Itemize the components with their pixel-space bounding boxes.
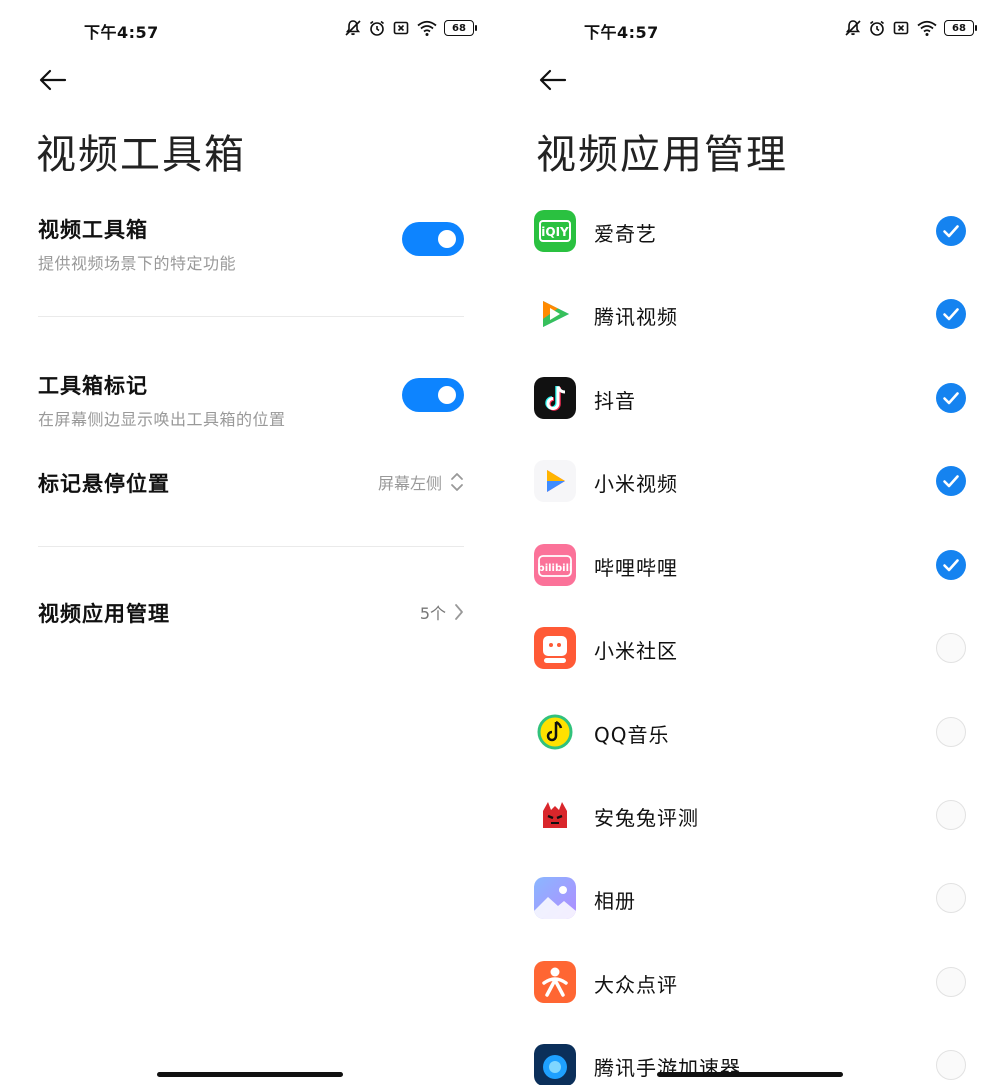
app-name: 爱奇艺 <box>594 222 657 246</box>
gallery-icon <box>534 877 576 919</box>
bilibili-icon: bilibili <box>534 544 576 586</box>
mute-bell-icon <box>844 19 862 37</box>
video-toolbox-screen: 下午4:57 68 视频工具箱 视频工具箱 提供视频场景下的特定功能 工具箱标记… <box>0 0 500 1085</box>
tencent-video-icon <box>534 293 576 335</box>
app-name: 小米社区 <box>594 639 678 663</box>
page-title: 视频工具箱 <box>36 132 246 178</box>
no-sim-icon <box>892 19 910 37</box>
app-row[interactable]: 安兔兔评测 <box>534 790 966 850</box>
app-name: 相册 <box>594 889 636 913</box>
status-time: 下午4:57 <box>584 23 659 42</box>
checkmark-icon <box>943 308 959 321</box>
app-row[interactable]: 抖音 <box>534 373 966 433</box>
game-accelerator-icon <box>534 1044 576 1085</box>
mi-video-icon <box>534 460 576 502</box>
svg-text:iQIY: iQIY <box>541 225 569 239</box>
chevron-right-icon <box>455 604 463 620</box>
battery-icon: 68 <box>444 20 477 36</box>
mi-community-icon <box>534 627 576 669</box>
video-app-management-row[interactable]: 视频应用管理 5个 <box>38 598 464 628</box>
divider <box>38 546 464 547</box>
app-row[interactable]: 相册 <box>534 873 966 933</box>
status-icons: 68 <box>844 19 977 37</box>
setting-description: 在屏幕侧边显示唤出工具箱的位置 <box>38 410 286 429</box>
app-checkbox[interactable] <box>936 299 966 329</box>
checkmark-icon <box>943 392 959 405</box>
setting-title: 视频工具箱 <box>38 218 148 242</box>
app-row[interactable]: 大众点评 <box>534 957 966 1017</box>
antutu-icon <box>534 794 576 836</box>
checkmark-icon <box>943 559 959 572</box>
app-name: 抖音 <box>594 389 636 413</box>
battery-icon: 68 <box>944 20 977 36</box>
app-name: 安兔兔评测 <box>594 806 699 830</box>
checkmark-icon <box>943 225 959 238</box>
home-indicator[interactable] <box>657 1072 843 1077</box>
toolbox-marker-toggle[interactable] <box>402 378 464 412</box>
hover-position-value: 屏幕左侧 <box>378 470 464 494</box>
svg-text:bilibili: bilibili <box>538 563 573 574</box>
app-row[interactable]: 小米社区 <box>534 623 966 683</box>
app-name: 小米视频 <box>594 472 678 496</box>
up-down-chevron-icon <box>451 473 463 491</box>
app-checkbox[interactable] <box>936 466 966 496</box>
divider <box>38 316 464 317</box>
app-row[interactable]: 腾讯视频 <box>534 289 966 349</box>
app-count-label: 5个 <box>419 604 446 623</box>
status-bar: 下午4:57 68 <box>0 0 500 58</box>
app-checkbox[interactable] <box>936 967 966 997</box>
app-checkbox[interactable] <box>936 216 966 246</box>
alarm-icon <box>868 19 886 37</box>
setting-description: 提供视频场景下的特定功能 <box>38 254 237 273</box>
app-checkbox[interactable] <box>936 383 966 413</box>
status-time: 下午4:57 <box>84 23 159 42</box>
app-row[interactable]: QQ音乐 <box>534 707 966 767</box>
app-checkbox[interactable] <box>936 633 966 663</box>
hover-position-label: 屏幕左侧 <box>377 474 442 493</box>
mute-bell-icon <box>344 19 362 37</box>
checkmark-icon <box>943 475 959 488</box>
setting-title: 工具箱标记 <box>38 374 148 398</box>
app-checkbox[interactable] <box>936 1050 966 1080</box>
iqiyi-icon: iQIY <box>534 210 576 252</box>
app-row[interactable]: 腾讯手游加速器 <box>534 1040 966 1085</box>
status-icons: 68 <box>344 19 477 37</box>
back-button[interactable] <box>538 64 570 96</box>
app-name: QQ音乐 <box>594 723 670 747</box>
app-checkbox[interactable] <box>936 800 966 830</box>
back-button[interactable] <box>38 64 70 96</box>
setting-title: 视频应用管理 <box>38 602 170 626</box>
app-checkbox[interactable] <box>936 717 966 747</box>
app-name: 大众点评 <box>594 973 678 997</box>
qq-music-icon <box>534 711 576 753</box>
page-title: 视频应用管理 <box>536 132 788 178</box>
app-name: 哔哩哔哩 <box>594 556 678 580</box>
arrow-left-icon <box>39 69 67 91</box>
video-app-management-screen: 下午4:57 68 视频应用管理 iQIY 爱奇艺 腾讯视频 抖音 小米视频 b… <box>500 0 1000 1085</box>
app-name: 腾讯视频 <box>594 305 678 329</box>
wifi-icon <box>416 19 438 37</box>
douyin-icon <box>534 377 576 419</box>
video-toolbox-toggle[interactable] <box>402 222 464 256</box>
marker-hover-position-row[interactable]: 标记悬停位置 屏幕左侧 <box>38 468 464 498</box>
alarm-icon <box>368 19 386 37</box>
home-indicator[interactable] <box>157 1072 343 1077</box>
app-count-value: 5个 <box>420 600 464 624</box>
dianping-icon <box>534 961 576 1003</box>
arrow-left-icon <box>539 69 567 91</box>
no-sim-icon <box>392 19 410 37</box>
app-row[interactable]: iQIY 爱奇艺 <box>534 206 966 266</box>
app-checkbox[interactable] <box>936 550 966 580</box>
app-row[interactable]: 小米视频 <box>534 456 966 516</box>
status-bar: 下午4:57 68 <box>500 0 1000 58</box>
video-toolbox-setting[interactable]: 视频工具箱 提供视频场景下的特定功能 <box>38 214 464 274</box>
app-row[interactable]: bilibili 哔哩哔哩 <box>534 540 966 600</box>
toolbox-marker-setting[interactable]: 工具箱标记 在屏幕侧边显示唤出工具箱的位置 <box>38 370 464 430</box>
app-checkbox[interactable] <box>936 883 966 913</box>
wifi-icon <box>916 19 938 37</box>
